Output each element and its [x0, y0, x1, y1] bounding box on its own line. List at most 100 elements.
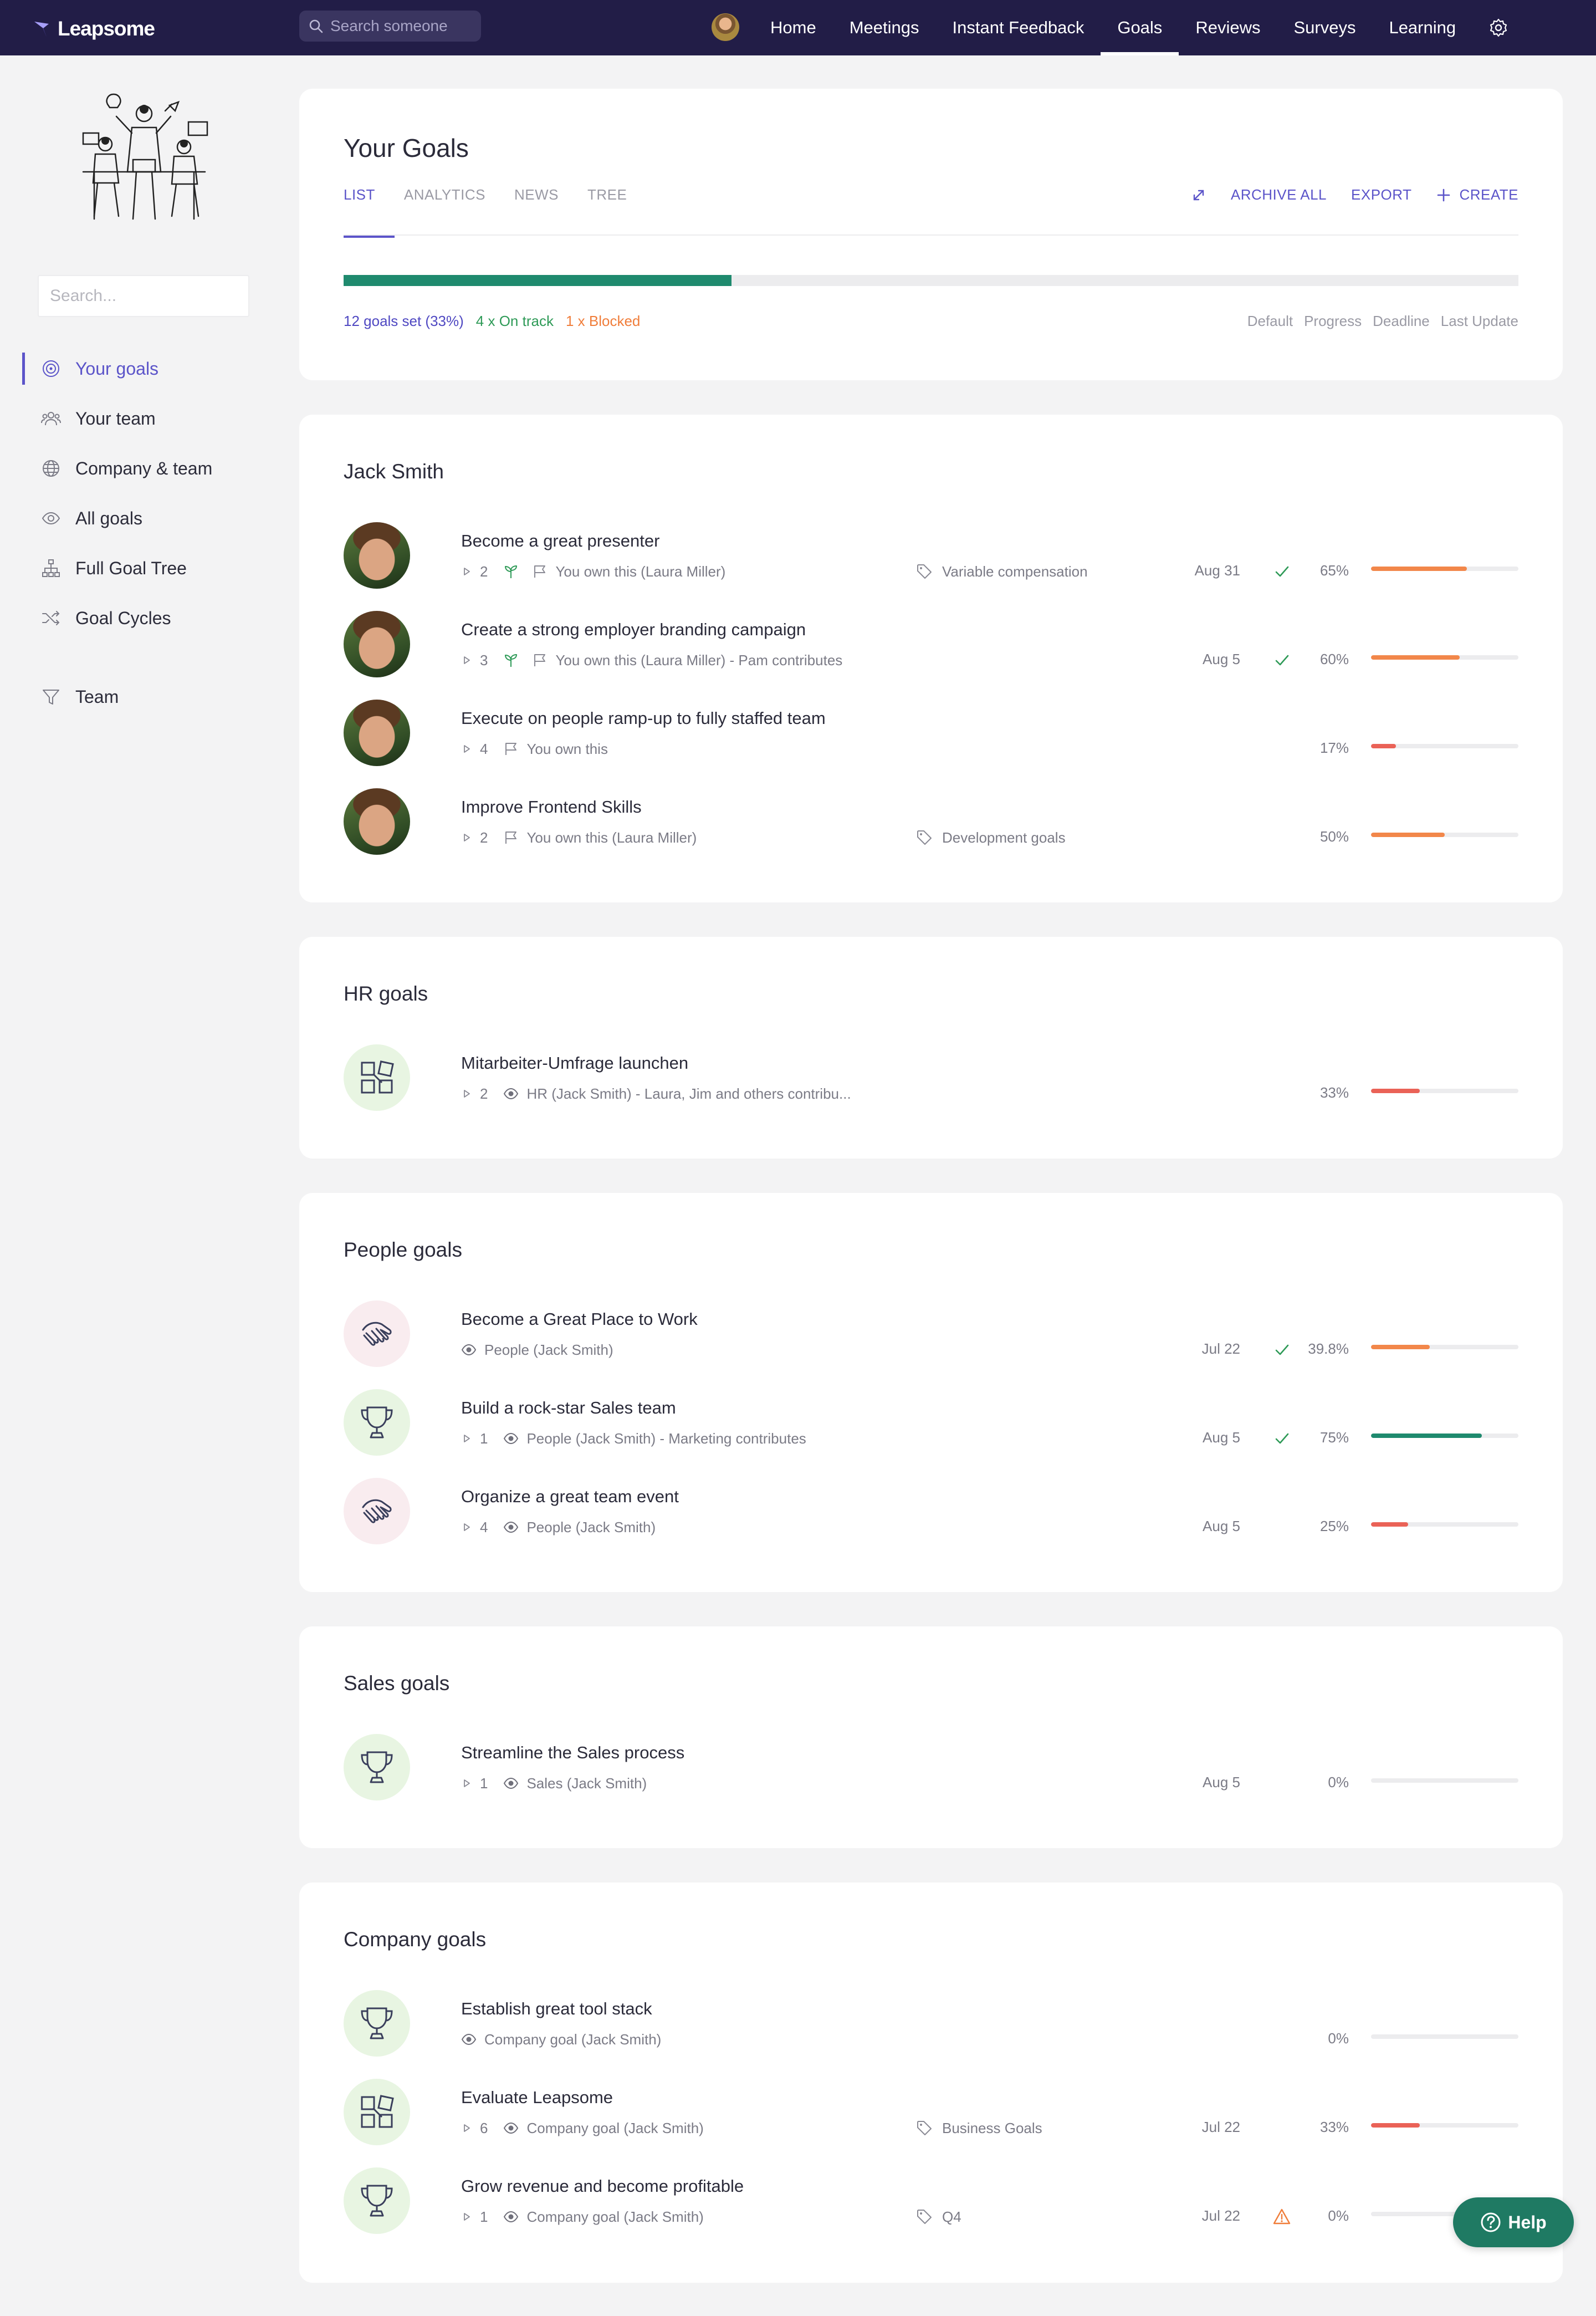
goal-row[interactable]: Create a strong employer branding campai…: [344, 600, 1518, 688]
stat-goals-set[interactable]: 12 goals set (33%): [344, 313, 464, 330]
expand-caret-icon[interactable]: [461, 1433, 472, 1444]
export-button[interactable]: EXPORT: [1351, 186, 1411, 203]
goal-row[interactable]: Become a Great Place to Work People (Jac…: [344, 1289, 1518, 1378]
create-button[interactable]: CREATE: [1436, 186, 1518, 203]
sidebar-item-label: Team: [75, 686, 119, 707]
sort-progress[interactable]: Progress: [1304, 313, 1362, 330]
goal-row[interactable]: Establish great tool stack Company goal …: [344, 1979, 1518, 2068]
tab-tree[interactable]: TREE: [587, 186, 627, 238]
nav-reviews[interactable]: Reviews: [1179, 0, 1277, 55]
goal-title[interactable]: Build a rock-star Sales team: [461, 1398, 676, 1418]
goal-row[interactable]: Streamline the Sales process 1 Sales (Jac…: [344, 1723, 1518, 1812]
tag-icon: [915, 2208, 933, 2226]
sidebar-item-full-goal-tree[interactable]: Full Goal Tree: [22, 543, 277, 593]
sort-default[interactable]: Default: [1247, 313, 1293, 330]
goal-meta: 3 You own this (Laura Miller) - Pam contr…: [461, 651, 842, 670]
settings-gear-icon[interactable]: [1488, 18, 1508, 38]
goal-row[interactable]: Evaluate Leapsome 6 Company goal (Jack Sm…: [344, 2068, 1518, 2156]
goal-title[interactable]: Execute on people ramp-up to fully staff…: [461, 708, 826, 728]
expand-caret-icon[interactable]: [461, 1778, 472, 1789]
goal-row[interactable]: Improve Frontend Skills 2 You own this (L…: [344, 777, 1518, 866]
nav-learning[interactable]: Learning: [1372, 0, 1472, 55]
plus-icon: [1438, 188, 1450, 201]
eye-icon: [42, 512, 60, 525]
goal-progress-percent: 75%: [1319, 1429, 1349, 1446]
expand-caret-icon[interactable]: [461, 655, 472, 666]
goal-title[interactable]: Mitarbeiter-Umfrage launchen: [461, 1053, 688, 1073]
expand-caret-icon[interactable]: [461, 832, 472, 843]
expand-caret-icon[interactable]: [461, 2123, 472, 2134]
owner-avatar[interactable]: [344, 522, 410, 589]
people-search-input[interactable]: [330, 17, 469, 35]
goal-owner: You own this (Laura Miller): [555, 563, 726, 580]
goal-tag[interactable]: Development goals: [915, 828, 1066, 847]
goal-row[interactable]: Mitarbeiter-Umfrage launchen 2 HR (Jack S…: [344, 1033, 1518, 1122]
nav-surveys[interactable]: Surveys: [1277, 0, 1372, 55]
goal-tag[interactable]: Variable compensation: [915, 562, 1088, 581]
archive-all-button[interactable]: ARCHIVE ALL: [1231, 186, 1327, 203]
nav-instant-feedback[interactable]: Instant Feedback: [936, 0, 1101, 55]
goal-row[interactable]: Organize a great team event 4 People (Jac…: [344, 1467, 1518, 1555]
owner-flag-icon: [503, 830, 519, 845]
owner-avatar[interactable]: [344, 788, 410, 855]
search-icon: [309, 19, 323, 33]
goal-title[interactable]: Streamline the Sales process: [461, 1743, 684, 1763]
sidebar-item-label: Goal Cycles: [75, 608, 171, 628]
goal-title[interactable]: Organize a great team event: [461, 1487, 679, 1507]
subgoal-count: 2: [480, 1085, 488, 1102]
people-search[interactable]: [299, 11, 481, 42]
goal-progress-bar: [1371, 567, 1518, 571]
tab-list[interactable]: LIST: [344, 186, 395, 238]
goal-title[interactable]: Create a strong employer branding campai…: [461, 620, 806, 640]
subgoal-count: 4: [480, 1518, 488, 1536]
sidebar-item-all-goals[interactable]: All goals: [22, 493, 277, 543]
tag-icon: [915, 829, 933, 846]
sidebar-search-input[interactable]: [38, 275, 249, 317]
leapsome-logo[interactable]: Leapsome: [32, 17, 155, 41]
goal-title[interactable]: Establish great tool stack: [461, 1999, 652, 2019]
goal-tag[interactable]: Q4: [915, 2207, 961, 2226]
goal-meta: 6 Company goal (Jack Smith): [461, 2119, 704, 2138]
expand-caret-icon[interactable]: [461, 1522, 472, 1533]
logo-text: Leapsome: [58, 17, 155, 40]
on-track-check-icon: [1272, 562, 1291, 581]
goal-tag-label: Variable compensation: [942, 563, 1088, 580]
expand-caret-icon[interactable]: [461, 743, 472, 754]
goal-row[interactable]: Become a great presenter 2 You own this (…: [344, 511, 1518, 600]
goal-title[interactable]: Improve Frontend Skills: [461, 797, 642, 817]
goal-title[interactable]: Become a great presenter: [461, 531, 659, 551]
sort-deadline[interactable]: Deadline: [1373, 313, 1430, 330]
goal-row[interactable]: Grow revenue and become profitable 1 Comp…: [344, 2156, 1518, 2245]
sidebar-item-goal-cycles[interactable]: Goal Cycles: [22, 593, 277, 643]
owner-avatar[interactable]: [344, 700, 410, 766]
goal-tag-label: Q4: [942, 2208, 961, 2225]
tab-news[interactable]: NEWS: [514, 186, 559, 238]
nav-goals[interactable]: Goals: [1101, 0, 1179, 55]
tab-analytics[interactable]: ANALYTICS: [404, 186, 485, 238]
your-goals-header-card: Your Goals LIST ANALYTICS NEWS TREE ARCH…: [299, 89, 1563, 380]
user-avatar[interactable]: [712, 13, 739, 41]
goal-title[interactable]: Become a Great Place to Work: [461, 1309, 698, 1329]
sort-last-update[interactable]: Last Update: [1441, 313, 1518, 330]
stat-on-track[interactable]: 4 x On track: [476, 313, 554, 330]
expand-caret-icon[interactable]: [461, 2211, 472, 2222]
sidebar-item-company-team[interactable]: Company & team: [22, 443, 277, 493]
expand-icon[interactable]: [1191, 187, 1206, 203]
help-button[interactable]: Help: [1453, 2197, 1574, 2247]
nav-meetings[interactable]: Meetings: [833, 0, 936, 55]
goal-title[interactable]: Evaluate Leapsome: [461, 2088, 613, 2108]
goal-tag[interactable]: Business Goals: [915, 2119, 1042, 2138]
sidebar-item-your-goals[interactable]: Your goals: [22, 344, 277, 394]
goal-category-avatar: [344, 1478, 410, 1544]
owner-avatar[interactable]: [344, 611, 410, 677]
goal-row[interactable]: Execute on people ramp-up to fully staff…: [344, 688, 1518, 777]
nav-home[interactable]: Home: [754, 0, 833, 55]
goal-title[interactable]: Grow revenue and become profitable: [461, 2176, 744, 2196]
goal-row[interactable]: Build a rock-star Sales team 1 People (Ja…: [344, 1378, 1518, 1467]
expand-caret-icon[interactable]: [461, 1088, 472, 1099]
sidebar-item-team-filter[interactable]: Team: [22, 672, 277, 722]
expand-caret-icon[interactable]: [461, 566, 472, 577]
tag-icon: [915, 563, 933, 580]
stat-blocked[interactable]: 1 x Blocked: [566, 313, 640, 330]
sidebar-item-your-team[interactable]: Your team: [22, 394, 277, 443]
